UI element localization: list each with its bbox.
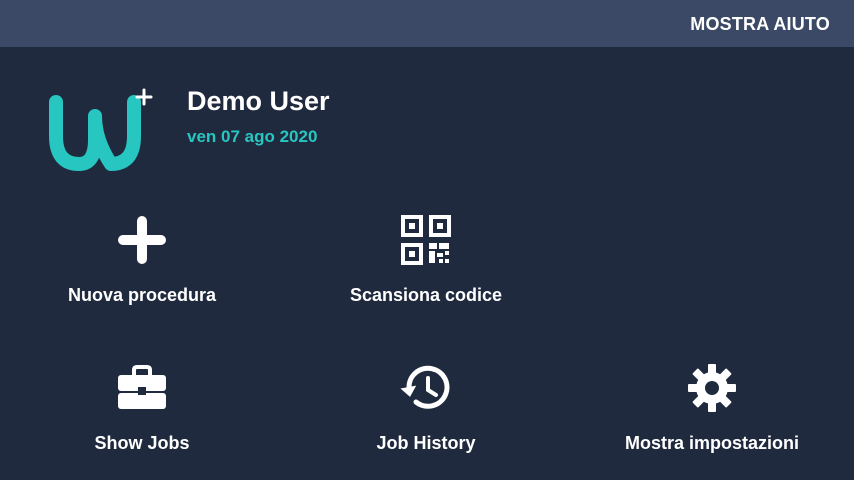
show-help-button[interactable]: MOSTRA AIUTO — [690, 14, 830, 35]
scan-code-button[interactable]: Scansiona codice — [311, 213, 541, 323]
show-jobs-label: Show Jobs — [94, 433, 190, 453]
show-settings-button[interactable]: Mostra impostazioni — [597, 361, 827, 471]
show-settings-label: Mostra impostazioni — [624, 433, 799, 453]
qr-code-icon — [401, 215, 451, 265]
top-bar: MOSTRA AIUTO — [0, 0, 854, 47]
new-procedure-label: Nuova procedura — [67, 285, 217, 305]
job-history-button[interactable]: Job History — [311, 361, 541, 471]
user-name: Demo User — [187, 86, 330, 116]
history-icon — [400, 365, 450, 409]
plus-icon — [118, 216, 166, 264]
new-procedure-button[interactable]: Nuova procedura — [27, 213, 257, 323]
scan-code-label: Scansiona codice — [349, 285, 503, 305]
job-history-label: Job History — [376, 433, 476, 453]
briefcase-icon — [118, 365, 166, 409]
gear-icon — [688, 364, 736, 412]
current-date: ven 07 ago 2020 — [187, 127, 318, 146]
show-jobs-button[interactable]: Show Jobs — [27, 361, 257, 471]
app-logo — [49, 88, 153, 171]
